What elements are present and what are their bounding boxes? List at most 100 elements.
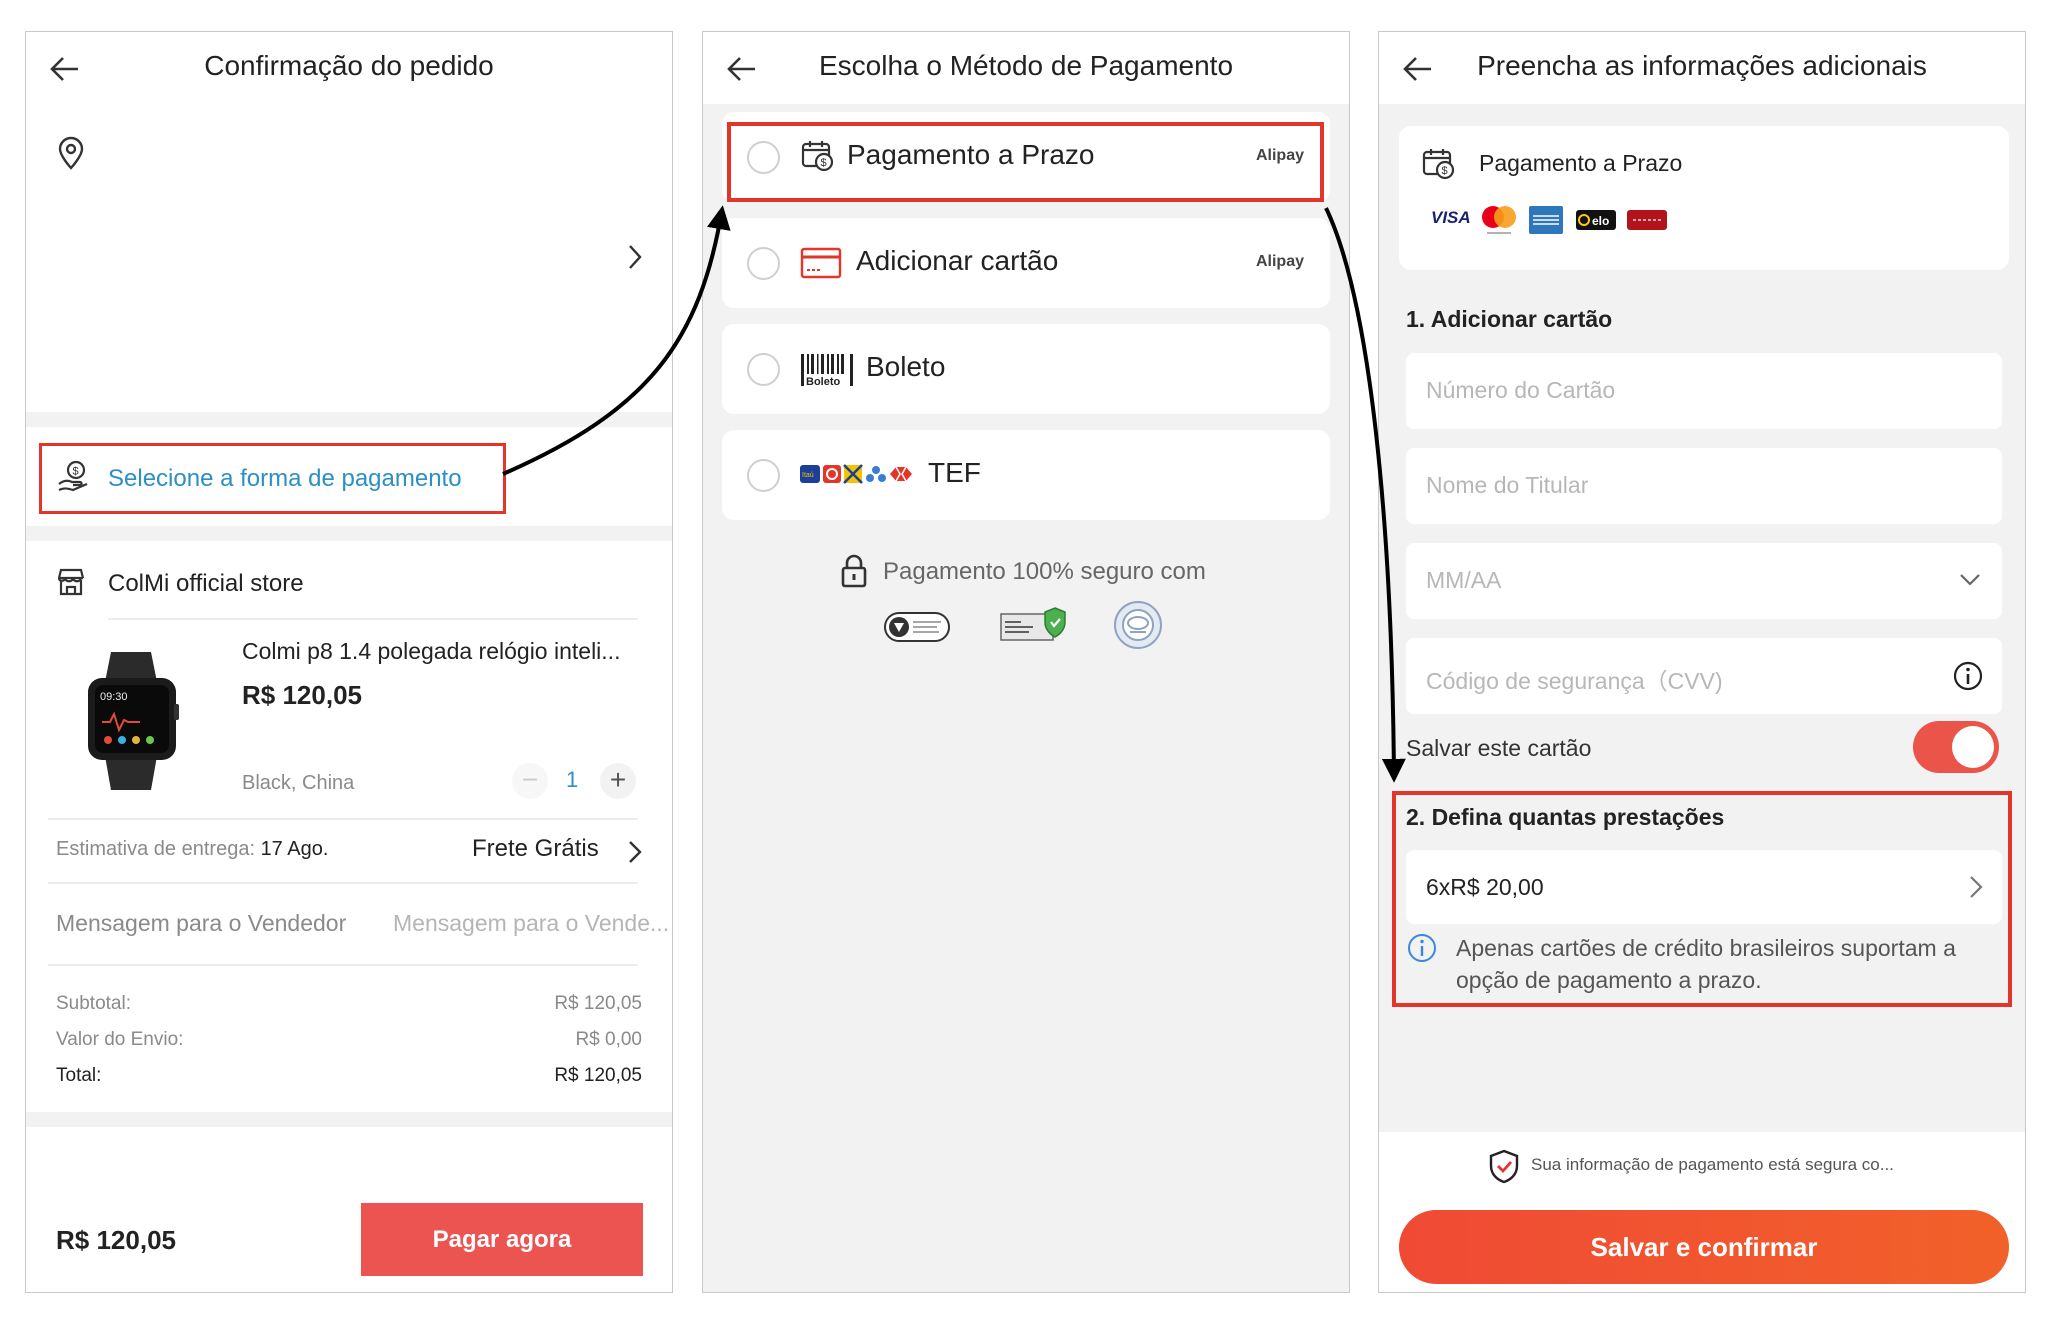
footer-total: R$ 120,05 xyxy=(56,1225,176,1255)
installment-info: Apenas cartões de crédito brasileiros su… xyxy=(1456,932,1996,996)
section-installments: 2. Defina quantas prestações xyxy=(1406,804,1725,830)
divider xyxy=(26,412,672,427)
select-payment-link[interactable]: Selecione a forma de pagamento xyxy=(108,465,462,493)
alipay-logo: Alipay xyxy=(1255,147,1304,164)
amex-logo-icon xyxy=(1529,206,1563,234)
chevron-right-icon[interactable] xyxy=(1968,874,1984,900)
ssl-badge-icon xyxy=(1000,607,1066,641)
card-holder-field[interactable]: Nome do Titular xyxy=(1406,448,2002,524)
option-label: Pagamento a Prazo xyxy=(847,139,1095,170)
subtotal-value: R$ 120,05 xyxy=(554,993,642,1014)
divider xyxy=(48,882,638,884)
payment-option-installment[interactable]: $ Pagamento a Prazo Alipay xyxy=(722,112,1330,202)
card-number-field[interactable]: Número do Cartão xyxy=(1406,353,2002,429)
page-title: Escolha o Método de Pagamento xyxy=(818,50,1234,81)
total-label: Total: xyxy=(56,1065,102,1086)
svg-text:elo: elo xyxy=(1592,214,1609,228)
calendar-money-icon: $ xyxy=(801,141,834,172)
quantity-value[interactable]: 1 xyxy=(566,767,578,793)
cvv-field[interactable]: Código de segurança（CVV) xyxy=(1406,638,2002,714)
mastercard-logo-icon xyxy=(1482,206,1516,234)
save-card-label: Salvar este cartão xyxy=(1406,735,1592,761)
lock-icon xyxy=(841,554,867,588)
info-circle-icon xyxy=(1408,934,1436,962)
product-price: R$ 120,05 xyxy=(242,680,362,710)
radio-button[interactable] xyxy=(747,459,780,492)
security-note: Sua informação de pagamento está segura … xyxy=(1531,1155,1894,1174)
delivery-date: 17 Ago. xyxy=(260,838,329,860)
radio-button[interactable] xyxy=(747,353,780,386)
product-variant[interactable]: Black, China xyxy=(242,772,354,795)
message-label: Mensagem para o Vendedor xyxy=(56,910,347,936)
info-line-1: Apenas cartões de crédito brasileiros su… xyxy=(1456,935,1956,961)
divider xyxy=(26,526,672,541)
payment-option-boleto[interactable]: Boleto Boleto xyxy=(722,324,1330,414)
info-icon[interactable] xyxy=(1952,660,1984,692)
calendar-money-icon: $ xyxy=(1422,149,1455,180)
card-number-placeholder: Número do Cartão xyxy=(1426,377,1616,403)
shipping-option[interactable]: Frete Grátis xyxy=(472,835,599,863)
visa-logo: VISA xyxy=(1431,208,1471,227)
radio-button[interactable] xyxy=(747,247,780,280)
address-chevron-icon[interactable] xyxy=(626,242,644,272)
iso-badge-icon xyxy=(1114,601,1162,649)
secure-payment-text: Pagamento 100% seguro com xyxy=(883,558,1206,585)
option-label: TEF xyxy=(928,457,981,488)
info-line-2: opção de pagamento a prazo. xyxy=(1456,967,1762,993)
divider xyxy=(48,964,638,966)
page-title: Preencha as informações adicionais xyxy=(1477,50,1927,81)
payment-option-add-card[interactable]: Adicionar cartão Alipay xyxy=(722,218,1330,308)
save-card-toggle[interactable] xyxy=(1913,721,1999,773)
itau-icon-text: Itaú xyxy=(802,472,814,479)
pay-now-button[interactable]: Pagar agora xyxy=(361,1203,643,1276)
quantity-increase-button[interactable]: + xyxy=(600,763,636,799)
payment-method-panel: Escolha o Método de Pagamento $ Pagament… xyxy=(702,31,1350,1293)
total-value: R$ 120,05 xyxy=(554,1065,642,1086)
delivery-label: Estimativa de entrega: xyxy=(56,838,255,860)
bank-logos-icon: Itaú xyxy=(800,464,912,484)
delivery-estimate: Estimativa de entrega: 17 Ago. xyxy=(56,838,328,861)
divider xyxy=(26,1112,672,1127)
alipay-logo: Alipay xyxy=(1255,253,1304,270)
boleto-icon-text: Boleto xyxy=(806,376,841,387)
elo-logo-icon: elo xyxy=(1576,210,1616,230)
shipping-cost-value: R$ 0,00 xyxy=(575,1029,642,1050)
page-title: Confirmação do pedido xyxy=(204,50,494,81)
method-name: Pagamento a Prazo xyxy=(1479,150,1683,176)
svg-text:$: $ xyxy=(73,466,79,478)
header: Escolha o Método de Pagamento xyxy=(703,32,1349,104)
product-image[interactable]: 09:30 xyxy=(66,644,196,794)
store-name[interactable]: ColMi official store xyxy=(108,570,304,598)
installment-value: 6xR$ 20,00 xyxy=(1426,874,1544,900)
radio-button[interactable] xyxy=(747,141,780,174)
option-label: Boleto xyxy=(866,351,946,382)
message-input[interactable]: Mensagem para o Vende... xyxy=(393,910,669,937)
shipping-cost-label: Valor do Envio: xyxy=(56,1029,184,1050)
divider xyxy=(108,618,638,620)
watch-time: 09:30 xyxy=(100,691,128,703)
credit-card-icon xyxy=(800,247,842,279)
shield-check-icon xyxy=(1489,1149,1519,1184)
svg-text:$: $ xyxy=(821,157,827,169)
expiry-field[interactable]: MM/AA xyxy=(1406,543,2002,619)
save-confirm-button[interactable]: Salvar e confirmar xyxy=(1399,1210,2009,1284)
store-icon xyxy=(57,568,85,596)
shipping-chevron-icon[interactable] xyxy=(626,838,644,866)
additional-info-panel: Preencha as informações adicionais $ Pag… xyxy=(1378,31,2026,1293)
location-pin-icon xyxy=(58,136,84,170)
subtotal-label: Subtotal: xyxy=(56,993,131,1014)
cvv-placeholder: Código de segurança（CVV) xyxy=(1426,668,1723,694)
product-name[interactable]: Colmi p8 1.4 polegada relógio inteli... xyxy=(242,638,620,665)
toggle-knob xyxy=(1952,726,1994,768)
hipercard-logo-icon xyxy=(1627,210,1667,230)
header: Confirmação do pedido xyxy=(26,32,672,104)
installment-selector[interactable]: 6xR$ 20,00 xyxy=(1406,850,2002,924)
payment-option-tef[interactable]: Itaú TEF xyxy=(722,430,1330,520)
divider xyxy=(48,818,638,820)
selected-method-card: $ Pagamento a Prazo VISA elo xyxy=(1399,126,2009,270)
option-label: Adicionar cartão xyxy=(856,245,1059,276)
section-add-card: 1. Adicionar cartão xyxy=(1406,306,1613,332)
quantity-decrease-button[interactable]: − xyxy=(512,763,548,799)
header: Preencha as informações adicionais xyxy=(1379,32,2025,104)
chevron-down-icon[interactable] xyxy=(1958,571,1982,587)
